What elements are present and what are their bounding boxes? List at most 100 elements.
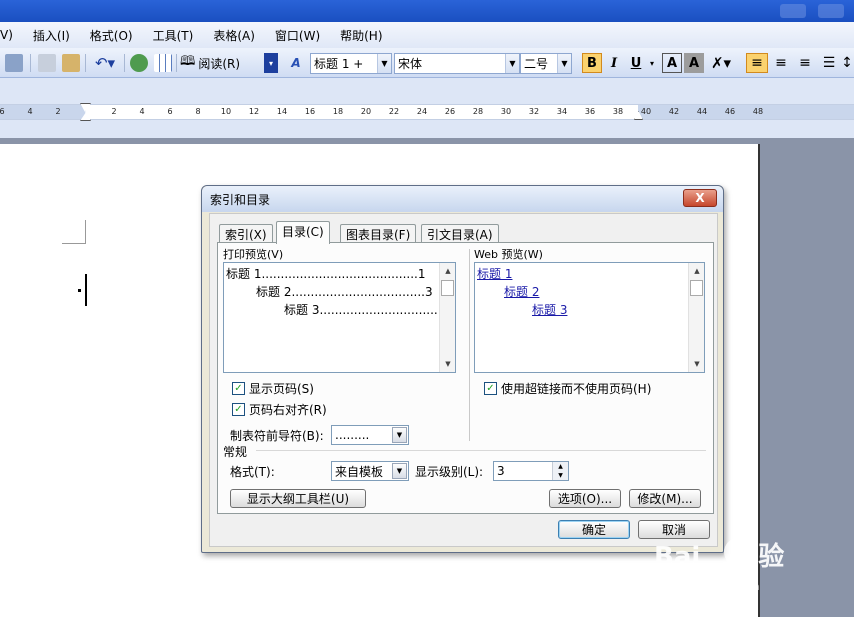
use-hyperlinks-checkbox[interactable]: ✓ 使用超链接而不使用页码(H) [484,380,651,397]
scroll-thumb[interactable] [690,280,703,296]
chevron-down-icon[interactable]: ▼ [377,54,391,73]
scroll-up-icon[interactable]: ▲ [689,263,705,279]
research-icon[interactable] [2,53,26,73]
format-label: 格式(T): [230,465,275,479]
baidu-logo: Bai 经验 [654,536,784,573]
print-preview-box[interactable]: 标题 1....................................… [223,262,456,373]
right-align-label: 页码右对齐(R) [249,403,327,417]
chevron-down-icon[interactable]: ▾ [646,53,658,73]
web-preview-link[interactable]: 标题 2 [504,283,539,300]
book-icon: 🕮 [180,54,196,69]
options-button[interactable]: 选项(O)... [549,489,621,508]
tab-index[interactable]: 索引(X) [219,224,273,243]
chevron-down-icon[interactable]: ▼ [505,54,519,73]
distributed-icon[interactable]: ☰ [818,53,840,73]
phonetic-icon[interactable]: ✗▾ [706,53,736,73]
chevron-down-icon[interactable]: ▼ [392,427,407,443]
restore-button[interactable] [818,4,844,18]
preview-divider [469,249,470,441]
dialog-body: 索引(X) 目录(C) 图表目录(F) 引文目录(A) 打印预览(V) Web … [209,213,718,547]
style-combo[interactable]: 标题 1 + ▼ [310,53,392,74]
underline-button[interactable]: U [626,53,646,73]
format-value: 来自模板 [335,464,384,479]
char-shading-button[interactable]: A [684,53,704,73]
watermark-url: jingyan.baidu.com [658,580,760,593]
chevron-down-icon[interactable]: ▼ [392,463,407,479]
menu-format[interactable]: 格式(O) [80,27,143,44]
checkmark-icon: ✓ [232,382,245,395]
web-preview-link[interactable]: 标题 3 [532,301,567,318]
menu-insert[interactable]: 插入(I) [23,27,80,44]
paste-icon[interactable] [60,53,82,73]
tab-leader-select[interactable]: ......... ▼ [331,425,409,445]
show-levels-spinner[interactable]: 3 ▲ ▼ [493,461,569,481]
italic-button[interactable]: I [604,53,624,73]
horizontal-ruler[interactable]: 6 4 2 2 4 6 8 10 12 14 16 18 20 22 24 26… [0,103,854,121]
ok-button[interactable]: 确定 [558,520,630,539]
tab-figures[interactable]: 图表目录(F) [340,224,417,243]
ruler-tick: 24 [416,107,428,116]
use-hyperlinks-label: 使用超链接而不使用页码(H) [501,382,652,396]
print-preview-line: 标题 2...................................3 [256,285,433,299]
spin-down-icon[interactable]: ▼ [553,471,568,480]
align-justify-icon[interactable]: ≡ [746,53,768,73]
ruler-tick: 6 [0,107,5,116]
margin-corner-mark [62,220,86,244]
spinner-buttons[interactable]: ▲ ▼ [552,462,568,480]
menu-window[interactable]: 窗口(W) [265,27,330,44]
ruler-tick: 10 [220,107,232,116]
scroll-up-icon[interactable]: ▲ [440,263,456,279]
close-button[interactable]: X [683,189,717,207]
chevron-down-icon[interactable]: ▼ [557,54,571,73]
ruler-tick: 20 [360,107,372,116]
read-button[interactable]: 🕮 阅读(R) [180,53,246,73]
ruler-tick: 18 [332,107,344,116]
menu-help[interactable]: 帮助(H) [330,27,392,44]
ruler-tick: 40 [640,107,652,116]
tab-citations[interactable]: 引文目录(A) [421,224,499,243]
scroll-thumb[interactable] [441,280,454,296]
hyperlink-icon[interactable] [128,53,150,73]
styles-icon[interactable]: A [285,53,307,73]
copy-icon[interactable] [36,53,58,73]
size-combo[interactable]: 二号 ▼ [520,53,572,74]
web-preview-box[interactable]: 标题 1 标题 2 标题 3 ▲ ▼ [474,262,705,373]
ruler-area: 6 4 2 2 4 6 8 10 12 14 16 18 20 22 24 26… [0,78,854,138]
ruler-tick: 42 [668,107,680,116]
bold-button[interactable]: B [582,53,602,73]
font-combo[interactable]: 宋体 ▼ [394,53,520,74]
web-preview-scrollbar[interactable]: ▲ ▼ [688,263,704,372]
ruler-tick: 6 [167,107,173,116]
print-preview-line: 标题 3................................5 [284,303,450,317]
tab-toc[interactable]: 目录(C) [276,221,330,244]
menu-view[interactable]: V) [0,28,23,42]
undo-icon[interactable]: ↶▾ [90,53,120,73]
toolbar-options-icon[interactable]: ▾ [264,53,278,73]
ruler-tick: 12 [248,107,260,116]
menu-table[interactable]: 表格(A) [203,27,265,44]
align-right-icon[interactable]: ≡ [794,53,816,73]
outline-toolbar-button[interactable]: 显示大纲工具栏(U) [230,489,366,508]
scroll-down-icon[interactable]: ▼ [440,356,456,372]
paragraph-mark [78,289,81,292]
ruler-tick: 4 [139,107,145,116]
minimize-button[interactable] [780,4,806,18]
show-page-numbers-checkbox[interactable]: ✓ 显示页码(S) [232,380,314,397]
web-preview-link[interactable]: 标题 1 [477,265,512,282]
modify-button[interactable]: 修改(M)... [629,489,701,508]
menu-tools[interactable]: 工具(T) [143,27,204,44]
align-center-icon[interactable]: ≡ [770,53,792,73]
toolbar: ↶▾ 🕮 阅读(R) ▾ A 标题 1 + ▼ 宋体 ▼ 二号 ▼ B I U … [0,48,854,78]
scroll-down-icon[interactable]: ▼ [689,356,705,372]
print-preview-scrollbar[interactable]: ▲ ▼ [439,263,455,372]
format-select[interactable]: 来自模板 ▼ [331,461,409,481]
ruler-tick: 32 [528,107,540,116]
line-spacing-icon[interactable]: ↕ [840,53,854,73]
dialog-titlebar[interactable]: 索引和目录 X [202,186,723,212]
right-align-checkbox[interactable]: ✓ 页码右对齐(R) [232,401,327,418]
web-preview-label: Web 预览(W) [474,248,543,261]
spin-up-icon[interactable]: ▲ [553,462,568,471]
style-value: 标题 1 + [314,57,364,71]
table-icon[interactable] [152,53,174,73]
char-border-button[interactable]: A [662,53,682,73]
